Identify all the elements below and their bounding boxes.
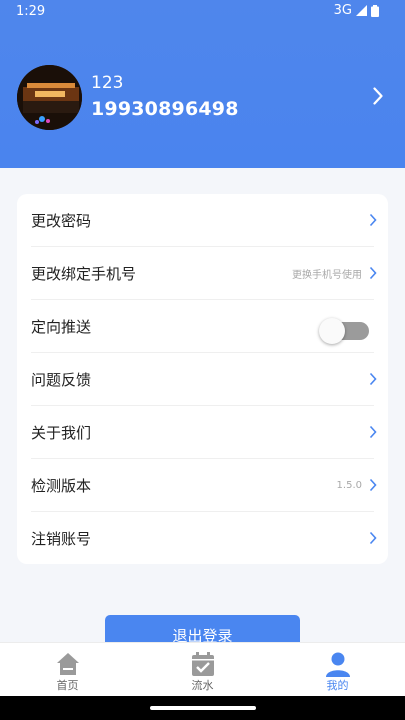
chevron-right-icon [369,265,377,284]
bottom-tab-bar: 首页 流水 我的 [0,642,405,696]
signal-icon [356,5,367,16]
settings-row-label: 更改密码 [31,212,92,230]
home-icon [55,651,81,677]
system-nav-bar [0,696,405,720]
tab-label: 流水 [191,679,214,692]
tab-label: 我的 [326,679,349,692]
settings-row-change-phone[interactable]: 更改绑定手机号 更换手机号使用 [17,247,388,300]
tab-home[interactable]: 首页 [0,643,135,697]
settings-row-feedback[interactable]: 问题反馈 [17,353,388,406]
chevron-right-icon [369,477,377,496]
settings-row-check-version[interactable]: 检测版本 1.5.0 [17,459,388,512]
version-number: 1.5.0 [336,480,362,491]
chevron-right-icon [369,424,377,443]
profile-header: 1:29 3G 123 19930896498 [0,0,405,168]
settings-row-label: 问题反馈 [31,371,92,389]
settings-row-push: 定向推送 [17,300,388,353]
chevron-right-icon [369,371,377,390]
settings-row-label: 检测版本 [31,477,92,495]
network-type: 3G [333,3,352,18]
chevron-right-icon [369,212,377,231]
settings-row-label: 关于我们 [31,424,92,442]
settings-card: 更改密码 更改绑定手机号 更换手机号使用 定向推送 问题反馈 关于我们 检测版本… [17,194,388,564]
user-icon [325,651,351,677]
tab-mine[interactable]: 我的 [270,643,405,697]
tab-statements[interactable]: 流水 [135,643,270,697]
toggle-knob [319,318,345,344]
status-bar: 1:29 3G [0,0,405,24]
settings-row-label: 定向推送 [31,318,92,336]
settings-row-label: 更改绑定手机号 [31,265,137,283]
home-gesture-pill[interactable] [150,706,256,710]
status-time: 1:29 [16,4,46,19]
calendar-check-icon [190,651,216,677]
settings-row-about[interactable]: 关于我们 [17,406,388,459]
user-name: 123 [91,73,124,93]
user-phone: 19930896498 [91,98,239,120]
push-toggle[interactable] [319,317,369,345]
tab-label: 首页 [56,679,79,692]
settings-row-hint: 更换手机号使用 [292,270,362,281]
settings-row-label: 注销账号 [31,530,92,548]
chevron-right-icon [369,530,377,549]
battery-icon [371,4,379,17]
chevron-right-icon[interactable] [373,87,383,109]
settings-row-change-password[interactable]: 更改密码 [17,194,388,247]
avatar[interactable] [17,65,82,130]
settings-row-delete-account[interactable]: 注销账号 [17,512,388,565]
